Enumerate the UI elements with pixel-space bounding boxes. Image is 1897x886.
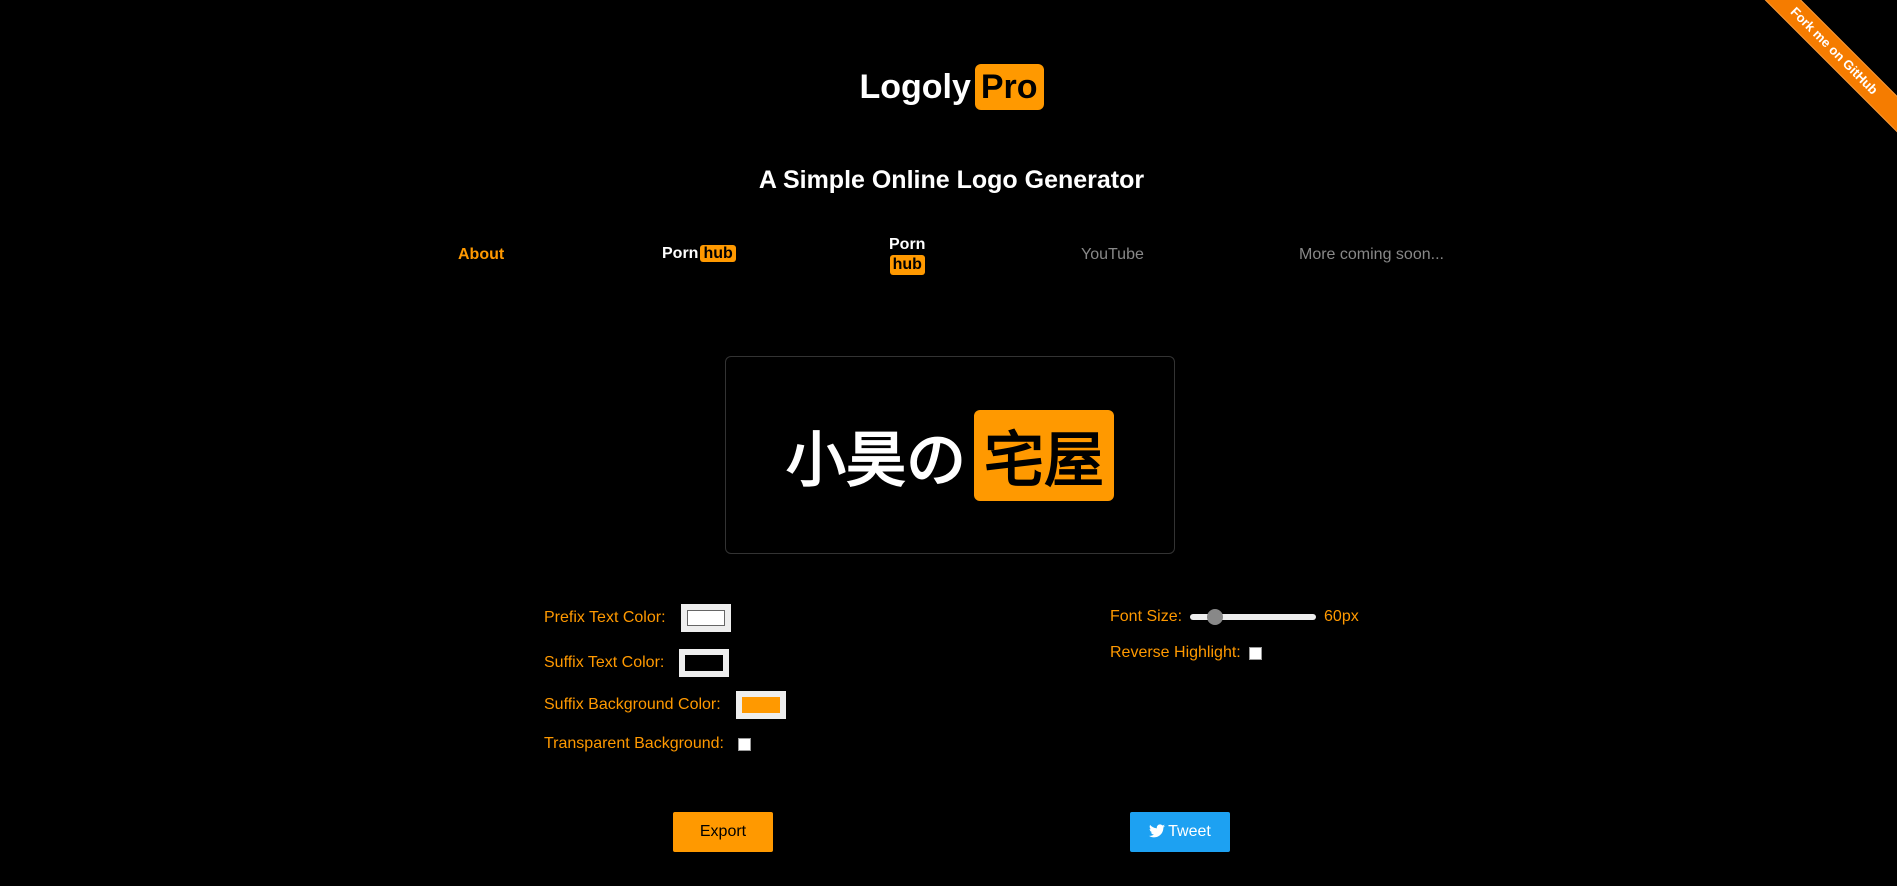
transparent-bg-label: Transparent Background: (544, 735, 724, 752)
prefix-text-color-row: Prefix Text Color: (544, 604, 731, 632)
nav-pornhub-vertical-style[interactable]: Porn hub (889, 235, 925, 275)
transparent-bg-row: Transparent Background: (544, 735, 751, 753)
suffix-text-color-label: Suffix Text Color: (544, 654, 665, 671)
nav-youtube[interactable]: YouTube (1081, 246, 1144, 264)
tweet-label: Tweet (1168, 823, 1211, 840)
reverse-highlight-label: Reverse Highlight: (1110, 644, 1241, 661)
brand-badge: Pro (974, 64, 1044, 110)
reverse-highlight-row: Reverse Highlight: (1110, 644, 1262, 662)
font-size-slider-thumb[interactable] (1207, 609, 1224, 625)
font-size-label: Font Size: (1110, 608, 1183, 625)
suffix-text-color-picker[interactable] (679, 649, 730, 677)
prefix-color-fill (686, 610, 725, 626)
prefix-text-color-label: Prefix Text Color: (544, 609, 666, 626)
suffix-bg-color-fill (741, 697, 780, 713)
prefix-text-color-picker[interactable] (680, 604, 731, 632)
font-size-slider[interactable] (1190, 607, 1317, 627)
nav-about[interactable]: About (458, 246, 504, 264)
nav-pornhub-style[interactable]: Porn hub (662, 245, 736, 263)
nav-pornhub-vertical-suffix: hub (889, 255, 925, 275)
logo-text: 小昊の 宅屋 (786, 409, 1114, 501)
reverse-highlight-checkbox[interactable] (1248, 646, 1262, 660)
export-button[interactable]: Export (673, 812, 773, 852)
app-logo: Logoly Pro (0, 63, 1897, 111)
suffix-bg-color-picker[interactable] (735, 691, 786, 719)
tweet-button[interactable]: Tweet (1130, 812, 1230, 852)
brand-name: Logoly (859, 68, 971, 106)
logo-suffix[interactable]: 宅屋 (974, 409, 1114, 501)
suffix-text-color-row: Suffix Text Color: (544, 649, 730, 677)
nav-pornhub-prefix: Porn (662, 245, 699, 262)
nav-pornhub-vertical-prefix: Porn (889, 236, 926, 253)
logo-prefix[interactable]: 小昊の (786, 412, 966, 499)
twitter-bird-icon (1149, 824, 1166, 838)
nav-pornhub-suffix: hub (700, 245, 736, 262)
page-subtitle: A Simple Online Logo Generator (758, 166, 1145, 194)
font-size-value: 60px (1324, 608, 1359, 625)
style-nav: About Porn hub Porn hub YouTube More comi… (0, 235, 1897, 285)
suffix-bg-color-label: Suffix Background Color: (544, 696, 721, 713)
nav-more-coming: More coming soon... (1299, 246, 1444, 263)
font-size-row: Font Size: 60px (1110, 607, 1359, 627)
suffix-text-color-fill (685, 655, 724, 671)
transparent-bg-checkbox[interactable] (737, 737, 751, 751)
suffix-bg-color-row: Suffix Background Color: (544, 691, 786, 719)
logo-preview: 小昊の 宅屋 (725, 356, 1175, 554)
